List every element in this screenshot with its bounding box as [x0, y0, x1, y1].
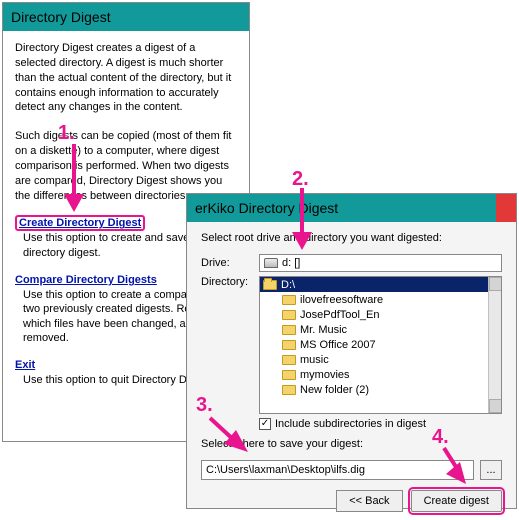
list-item[interactable]: ilovefreesoftware	[260, 292, 488, 307]
list-item[interactable]: JosePdfTool_En	[260, 307, 488, 322]
folder-icon	[282, 340, 296, 350]
list-item[interactable]: MS Office 2007	[260, 337, 488, 352]
drive-value: d: []	[282, 257, 300, 269]
folder-icon	[282, 325, 296, 335]
wizard-title: erKiko Directory Digest	[195, 200, 338, 216]
save-prompt: Select where to save your digest:	[201, 438, 502, 450]
folder-icon	[282, 370, 296, 380]
wizard-title-bar: erKiko Directory Digest	[187, 194, 516, 222]
back-button[interactable]: << Back	[336, 490, 402, 512]
directory-label: Directory:	[201, 276, 259, 288]
create-digest-button[interactable]: Create digest	[411, 490, 502, 512]
close-icon[interactable]	[496, 194, 516, 222]
intro-text-1: Directory Digest creates a digest of a s…	[15, 41, 237, 115]
list-item[interactable]: mymovies	[260, 367, 488, 382]
folder-icon	[282, 295, 296, 305]
wizard-body: Select root drive and directory you want…	[187, 222, 516, 520]
folder-open-icon	[263, 280, 277, 290]
browse-button[interactable]: ...	[480, 460, 502, 480]
directory-list[interactable]: D:\ ilovefreesoftware JosePdfTool_En Mr.…	[259, 276, 502, 414]
annotation-2: 2.	[292, 168, 309, 191]
scrollbar[interactable]	[488, 277, 501, 413]
select-root-prompt: Select root drive and directory you want…	[201, 232, 502, 244]
include-subdirs-checkbox[interactable]: ✓	[259, 418, 271, 430]
drive-combo[interactable]: d: []	[259, 254, 502, 272]
main-title-bar: Directory Digest	[3, 3, 249, 31]
save-path-value: C:\Users\laxman\Desktop\ilfs.dig	[206, 464, 365, 476]
drive-label: Drive:	[201, 257, 259, 269]
compare-digests-link[interactable]: Compare Directory Digests	[15, 274, 157, 286]
folder-icon	[282, 355, 296, 365]
exit-link[interactable]: Exit	[15, 359, 35, 371]
root-label: D:\	[281, 279, 295, 291]
list-item[interactable]: New folder (2)	[260, 382, 488, 397]
list-item[interactable]: music	[260, 352, 488, 367]
wizard-window: erKiko Directory Digest Select root driv…	[186, 193, 517, 509]
folder-icon	[282, 310, 296, 320]
folder-icon	[282, 385, 296, 395]
save-path-input[interactable]: C:\Users\laxman\Desktop\ilfs.dig	[201, 460, 474, 480]
list-item[interactable]: Mr. Music	[260, 322, 488, 337]
drive-icon	[264, 258, 278, 268]
list-item-root[interactable]: D:\	[260, 277, 488, 292]
include-subdirs-label: Include subdirectories in digest	[275, 418, 426, 430]
main-title: Directory Digest	[11, 9, 111, 25]
create-digest-link[interactable]: Create Directory Digest	[15, 215, 145, 231]
